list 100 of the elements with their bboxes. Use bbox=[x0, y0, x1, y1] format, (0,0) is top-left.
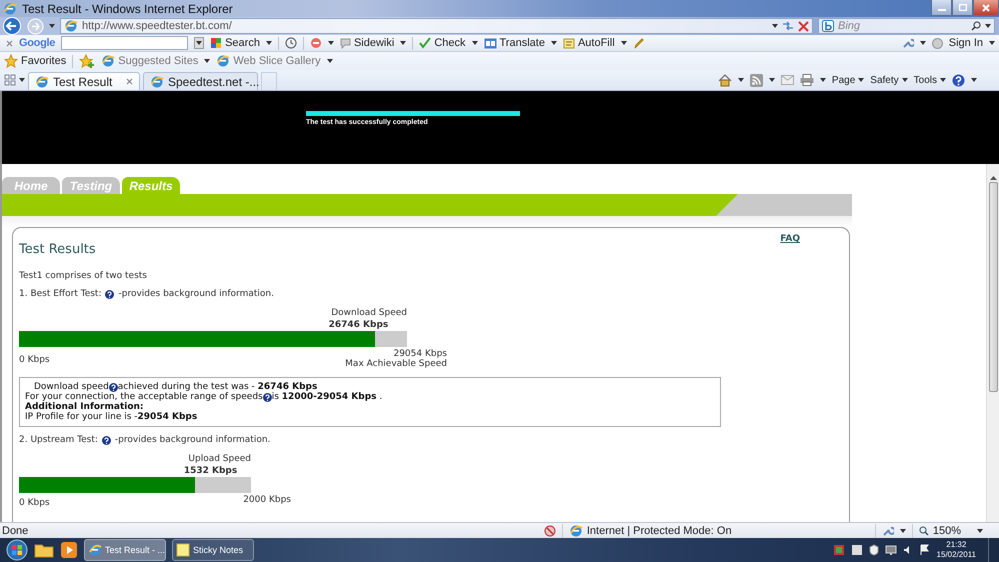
help-icon[interactable] bbox=[105, 290, 114, 298]
favorites-button[interactable]: Favorites bbox=[4, 54, 66, 68]
pencil-icon[interactable] bbox=[632, 38, 644, 48]
caret-icon[interactable] bbox=[400, 41, 406, 45]
globe-icon bbox=[568, 524, 583, 538]
caret-icon[interactable] bbox=[49, 24, 55, 28]
browser-tab[interactable]: Speedtest.net -... bbox=[143, 72, 258, 90]
taskbar-button[interactable]: Sticky Notes bbox=[172, 539, 254, 561]
menu-button[interactable]: Tools bbox=[914, 74, 946, 86]
caret-icon[interactable] bbox=[902, 78, 908, 82]
add-favorite-icon[interactable] bbox=[79, 54, 96, 68]
address-field[interactable]: http://www.speedtester.bt.com/ bbox=[60, 18, 813, 34]
faq-link[interactable]: FAQ bbox=[780, 234, 800, 244]
toolbar-button[interactable]: Search bbox=[210, 37, 260, 49]
dropdown-button[interactable] bbox=[194, 37, 204, 49]
taskbar-button[interactable]: Test Result - ... bbox=[84, 539, 166, 561]
caret-icon[interactable] bbox=[738, 78, 744, 82]
caret-icon[interactable] bbox=[977, 528, 983, 532]
tab-label: Test Result bbox=[53, 74, 114, 88]
favorites-link[interactable]: Web Slice Gallery bbox=[216, 54, 321, 68]
info-text: achieved during the test was - 26746 Kbps bbox=[118, 382, 318, 392]
button-label: Check bbox=[434, 37, 466, 49]
browser-tab[interactable]: Test Result bbox=[28, 72, 140, 90]
minimize-button[interactable] bbox=[931, 0, 952, 16]
close-icon bbox=[982, 4, 990, 12]
flag-icon[interactable] bbox=[918, 544, 929, 556]
scrollbar[interactable] bbox=[986, 164, 999, 522]
globe-icon bbox=[88, 543, 102, 557]
shield-icon[interactable] bbox=[868, 544, 879, 556]
link-label: Suggested Sites bbox=[118, 55, 198, 67]
info-heading: Additional Information: bbox=[25, 402, 144, 412]
caret-icon[interactable] bbox=[985, 24, 991, 28]
help-icon[interactable] bbox=[108, 382, 118, 392]
close-icon[interactable] bbox=[126, 78, 133, 85]
caret-icon[interactable] bbox=[940, 78, 946, 82]
toolbar-button[interactable]: Sidewiki bbox=[340, 37, 394, 49]
caret-icon[interactable] bbox=[196, 41, 202, 45]
caret-icon[interactable] bbox=[204, 59, 210, 63]
caret-icon[interactable] bbox=[326, 59, 333, 63]
caret-icon[interactable] bbox=[900, 528, 906, 532]
speed-reading: 26746 Kbps bbox=[328, 320, 390, 330]
close-icon[interactable] bbox=[6, 40, 13, 46]
search-placeholder: Bing bbox=[838, 20, 862, 32]
no-entry-icon[interactable] bbox=[310, 37, 322, 49]
info-text: For your connection, the acceptable range of speeds bbox=[25, 392, 263, 402]
star-icon[interactable] bbox=[4, 54, 18, 68]
tray-icon[interactable] bbox=[832, 544, 845, 556]
button-label: Sidewiki bbox=[354, 37, 394, 49]
stop-icon[interactable] bbox=[798, 20, 809, 32]
caret-icon[interactable] bbox=[768, 78, 775, 82]
toolbar-button[interactable]: Check bbox=[419, 37, 466, 49]
toolbar-button[interactable]: AutoFill bbox=[562, 37, 615, 49]
caret-icon[interactable] bbox=[328, 41, 334, 45]
toolbar-button[interactable]: Translate bbox=[484, 37, 545, 49]
caret-icon[interactable] bbox=[266, 41, 272, 45]
page-icon bbox=[101, 54, 116, 68]
maximize-button[interactable] bbox=[952, 0, 973, 16]
up-arrow-icon[interactable] bbox=[990, 176, 996, 180]
caret-icon[interactable] bbox=[472, 41, 478, 45]
page-icon bbox=[216, 54, 230, 68]
refresh-icon[interactable] bbox=[782, 21, 794, 31]
rss-icon[interactable] bbox=[750, 74, 763, 86]
button-label: Sticky Notes bbox=[193, 545, 244, 555]
button-label: Favorites bbox=[21, 55, 66, 67]
status-text: Done bbox=[2, 524, 28, 536]
scale-max: 2000 Kbps bbox=[243, 495, 291, 505]
clock-icon[interactable] bbox=[284, 37, 297, 49]
menu-button[interactable]: Safety bbox=[870, 74, 908, 86]
menu-label: Safety bbox=[870, 74, 899, 86]
scroll-thumb[interactable] bbox=[988, 182, 998, 392]
help-icon[interactable] bbox=[262, 392, 272, 402]
caret-icon[interactable] bbox=[620, 41, 627, 45]
caret-icon[interactable] bbox=[989, 41, 995, 45]
network-icon[interactable] bbox=[884, 544, 897, 556]
caret-icon[interactable] bbox=[550, 41, 557, 45]
page-icon bbox=[64, 19, 78, 33]
tray-icon[interactable] bbox=[850, 544, 863, 556]
caret-icon[interactable] bbox=[820, 78, 826, 82]
button-label: Search bbox=[225, 37, 260, 49]
favorites-link[interactable]: Suggested Sites bbox=[101, 54, 198, 68]
close-button[interactable] bbox=[973, 0, 999, 16]
home-icon[interactable] bbox=[718, 74, 732, 86]
caret-icon[interactable] bbox=[920, 41, 926, 45]
help-icon[interactable] bbox=[102, 436, 111, 444]
caret-icon[interactable] bbox=[971, 78, 977, 82]
caret-icon[interactable] bbox=[772, 24, 778, 28]
page-icon bbox=[150, 74, 164, 88]
clock-time: 21:32 bbox=[946, 540, 966, 550]
menu-button[interactable]: Page bbox=[832, 74, 864, 86]
search-icon[interactable] bbox=[971, 21, 981, 31]
media-player-icon[interactable] bbox=[60, 541, 78, 559]
intro-text: Test1 comprises of two tests bbox=[19, 271, 148, 281]
zoom-button[interactable]: 150% bbox=[918, 524, 961, 536]
search-input[interactable] bbox=[61, 36, 188, 50]
start-orb-icon[interactable] bbox=[6, 539, 28, 561]
caret-icon[interactable] bbox=[858, 78, 864, 82]
sign-in-button[interactable]: Sign In bbox=[948, 37, 983, 49]
help-icon[interactable] bbox=[952, 74, 965, 86]
printer-icon[interactable] bbox=[800, 74, 814, 86]
folder-icon[interactable] bbox=[34, 542, 54, 558]
